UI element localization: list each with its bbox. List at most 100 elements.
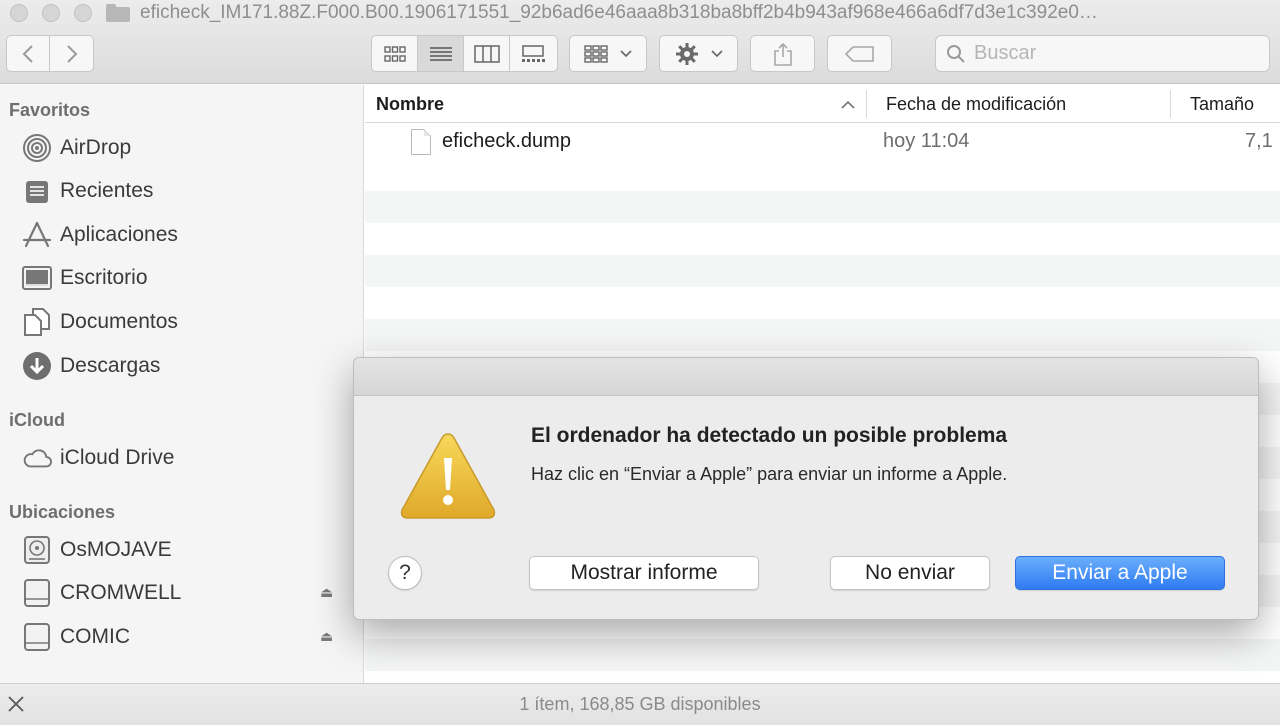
file-modified: hoy 11:04 (883, 130, 970, 152)
sidebar-item-label: Escritorio (60, 266, 148, 289)
send-to-apple-button[interactable]: Enviar a Apple (1015, 556, 1225, 590)
action-menu-button[interactable] (659, 35, 738, 72)
sidebar-item-label: Descargas (60, 354, 161, 377)
share-button[interactable] (750, 35, 815, 72)
minimize-window-button[interactable] (42, 4, 60, 22)
alert-dialog: El ordenador ha detectado un posible pro… (353, 357, 1259, 620)
path-tool-icon[interactable] (6, 694, 26, 714)
sidebar-item-documents[interactable]: Documentos (22, 304, 352, 340)
airdrop-icon (22, 133, 52, 163)
applications-icon (22, 220, 52, 250)
navigation-buttons (6, 35, 94, 72)
sidebar-item-label: COMIC (60, 625, 130, 648)
sidebar-item-cromwell[interactable]: CROMWELL (22, 575, 352, 611)
sidebar-item-airdrop[interactable]: AirDrop (22, 130, 352, 166)
empty-row (365, 639, 1280, 671)
sidebar-item-label: AirDrop (60, 136, 132, 159)
recents-icon (22, 176, 52, 206)
document-icon (411, 129, 431, 155)
folder-icon (106, 4, 130, 22)
eject-comic-icon[interactable]: ⏏ (320, 628, 333, 645)
grid-icon (383, 45, 406, 62)
gallery-icon (522, 44, 545, 62)
window-title: eficheck_IM171.88Z.F000.B00.1906171551_9… (106, 0, 1276, 26)
list-icon (429, 46, 452, 61)
column-name-label: Nombre (376, 93, 445, 114)
empty-row (365, 319, 1280, 351)
documents-icon (22, 307, 52, 337)
sidebar-item-applications[interactable]: Aplicaciones (22, 217, 352, 253)
sidebar-item-label: CROMWELL (60, 581, 182, 604)
column-modified-label: Fecha de modificación (886, 93, 1067, 114)
file-size: 7,1 (1245, 130, 1273, 152)
empty-row (365, 255, 1280, 287)
warning-icon (400, 433, 496, 519)
sidebar-item-label: Aplicaciones (60, 223, 178, 246)
dialog-title: El ordenador ha detectado un posible pro… (531, 424, 1008, 447)
eject-cromwell-icon[interactable]: ⏏ (320, 584, 333, 601)
icon-view-button[interactable] (372, 36, 418, 71)
dialog-titlebar (354, 358, 1258, 396)
list-view-button[interactable] (418, 36, 464, 71)
search-field[interactable] (935, 35, 1270, 72)
columns-icon (473, 44, 500, 63)
sidebar-item-label: Recientes (60, 179, 154, 202)
window-toolbar: eficheck_IM171.88Z.F000.B00.1906171551_9… (0, 0, 1280, 84)
help-button[interactable]: ? (388, 556, 422, 590)
tag-icon (844, 45, 874, 62)
column-size-header[interactable]: Tamaño (1190, 85, 1280, 123)
show-report-button[interactable]: Mostrar informe (529, 556, 759, 590)
sidebar-item-icloud-drive[interactable]: iCloud Drive (22, 440, 352, 476)
column-view-button[interactable] (464, 36, 510, 71)
close-window-button[interactable] (10, 4, 28, 22)
chevron-right-icon (66, 44, 77, 63)
table-row[interactable]: eficheck.dump hoy 11:04 7,1 (365, 124, 1280, 159)
cloud-icon (22, 443, 52, 473)
external-disk-icon (22, 578, 52, 608)
downloads-icon (22, 351, 52, 381)
favorites-header: Favoritos (9, 100, 91, 120)
status-bar: 1 ítem, 168,85 GB disponibles (0, 683, 1280, 725)
column-divider[interactable] (866, 90, 867, 118)
empty-row (365, 191, 1280, 223)
sidebar-item-recents[interactable]: Recientes (22, 173, 352, 209)
back-button[interactable] (7, 36, 51, 71)
dont-send-button[interactable]: No enviar (830, 556, 990, 590)
sidebar-item-label: iCloud Drive (60, 446, 175, 469)
column-size-label: Tamaño (1190, 93, 1255, 114)
column-divider[interactable] (1170, 90, 1171, 118)
column-modified-header[interactable]: Fecha de modificación (886, 85, 1171, 123)
sidebar-item-comic[interactable]: COMIC (22, 619, 352, 655)
icloud-header: iCloud (9, 410, 65, 430)
sidebar-item-desktop[interactable]: Escritorio (22, 260, 352, 296)
group-by-button[interactable] (569, 35, 647, 72)
sidebar-item-osmojave[interactable]: OsMOJAVE (22, 532, 352, 568)
locations-header: Ubicaciones (9, 502, 116, 522)
forward-button[interactable] (50, 36, 93, 71)
window-title-text: eficheck_IM171.88Z.F000.B00.1906171551_9… (140, 2, 1098, 23)
search-input[interactable] (974, 42, 1254, 65)
share-icon (773, 42, 792, 66)
zoom-window-button[interactable] (74, 4, 92, 22)
chevron-down-icon (620, 49, 632, 57)
group-icon (584, 44, 608, 63)
sort-ascending-icon (841, 100, 855, 109)
status-text: 1 ítem, 168,85 GB disponibles (519, 694, 761, 714)
sidebar-item-label: Documentos (60, 310, 178, 333)
internal-disk-icon (22, 535, 52, 565)
external-disk-icon (22, 622, 52, 652)
dialog-message: Haz clic en “Enviar a Apple” para enviar… (531, 464, 1008, 484)
sidebar-item-label: OsMOJAVE (60, 538, 172, 561)
chevron-left-icon (22, 44, 33, 63)
sidebar-item-downloads[interactable]: Descargas (22, 348, 352, 384)
column-name-header[interactable]: Nombre (376, 85, 866, 123)
sidebar: Favoritos AirDrop Recientes Aplicaciones… (0, 85, 364, 683)
search-icon (947, 44, 965, 63)
gallery-view-button[interactable] (510, 36, 556, 71)
file-name: eficheck.dump (442, 130, 571, 152)
list-header: Nombre Fecha de modificación Tamaño (365, 85, 1280, 123)
view-mode-control (371, 35, 558, 72)
tags-button[interactable] (827, 35, 892, 72)
chevron-down-icon (710, 49, 723, 57)
gear-icon (675, 42, 698, 65)
